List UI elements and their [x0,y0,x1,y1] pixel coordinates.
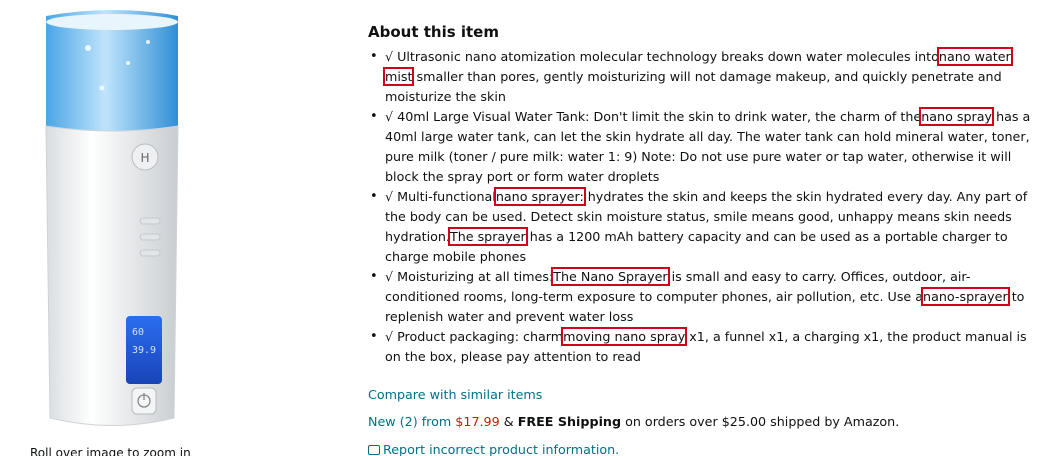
highlight: The Nano Sprayer [551,267,670,286]
nano-sprayer-image: H 60 39.9 [45,10,179,426]
report-link-text[interactable]: Report incorrect product information. [383,442,619,456]
new-offers-link[interactable]: New (2) from [368,414,451,429]
feature-bullets: √ Ultrasonic nano atomization molecular … [368,47,1038,367]
lcd-readout-1: 60 [132,327,144,338]
highlight: mist [382,67,415,86]
highlight: The sprayer [447,227,528,246]
compare-similar-link[interactable]: Compare with similar items [368,386,542,404]
shipping-terms: on orders over $25.00 shipped by Amazon. [625,414,900,429]
highlight: nano-sprayer [921,287,1010,306]
feature-bullet-3: √ Multi-functionalnano sprayer: hydrates… [368,187,1038,267]
chat-bubble-icon [368,445,380,455]
offer-price[interactable]: $17.99 [455,414,499,429]
feature-bullet-1: √ Ultrasonic nano atomization molecular … [368,47,1038,107]
svg-text:H: H [140,151,149,165]
zoom-caption: Roll over image to zoom in [30,446,191,456]
offer-line: New (2) from $17.99 & FREE Shipping on o… [368,413,899,431]
feature-bullet-2: √ 40ml Large Visual Water Tank: Don't li… [368,107,1038,187]
highlight: nano sprayer: [493,187,586,206]
about-this-item: About this item √ Ultrasonic nano atomiz… [368,22,1038,367]
highlight: moving nano spray [561,327,688,346]
offer-ampersand: & [503,414,514,429]
feature-bullet-5: √ Product packaging: charmmoving nano sp… [368,327,1038,367]
report-incorrect-info-link[interactable]: Report incorrect product information. [368,441,619,456]
lcd-readout-2: 39.9 [132,345,156,356]
product-image[interactable]: H 60 39.9 Roll over image to zoom in [0,0,230,456]
feature-bullet-4: √ Moisturizing at all times:The Nano Spr… [368,267,1038,327]
free-shipping-label: FREE Shipping [517,414,622,429]
highlight: nano water [936,47,1013,66]
about-heading: About this item [368,23,499,41]
highlight: nano spray [919,107,995,126]
